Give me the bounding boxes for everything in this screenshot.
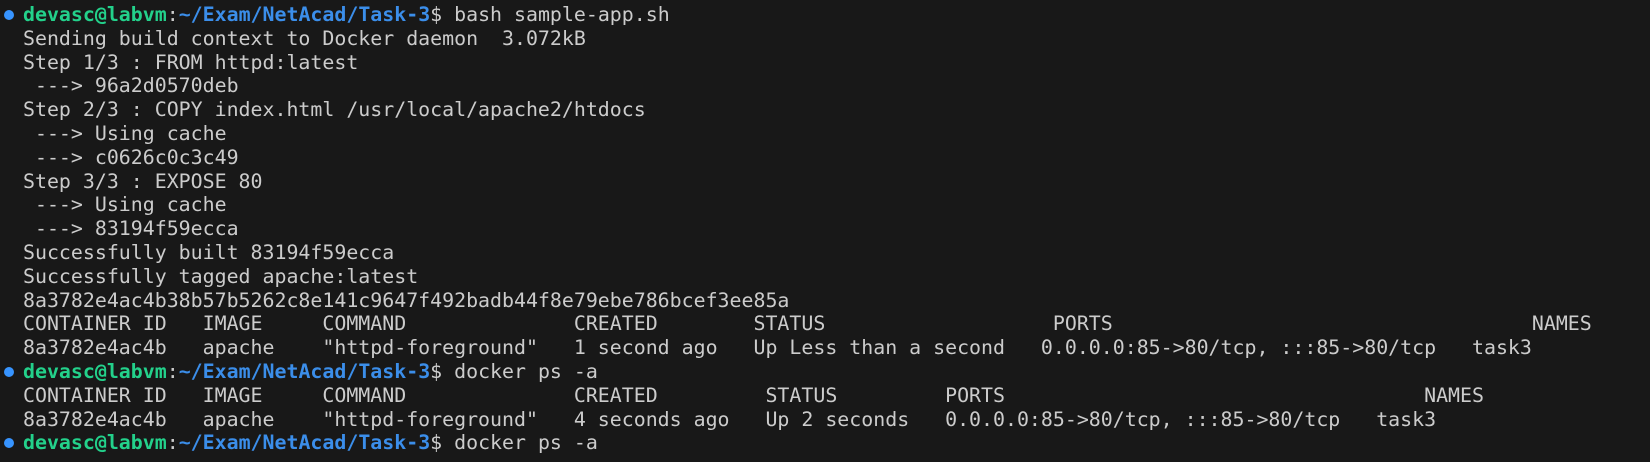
- output-line: CONTAINER ID IMAGE COMMAND CREATED STATU…: [23, 312, 1592, 336]
- output-line: 8a3782e4ac4b apache "httpd-foreground" 1…: [23, 336, 1532, 360]
- prompt-separator: :: [166, 431, 179, 455]
- output-line: Sending build context to Docker daemon 3…: [23, 26, 586, 50]
- output-line: CONTAINER ID IMAGE COMMAND CREATED STATU…: [23, 383, 1484, 407]
- command-text: docker ps -a: [442, 360, 598, 383]
- output-line: ---> 96a2d0570deb: [23, 74, 239, 98]
- prompt-dollar: $: [430, 360, 443, 383]
- prompt-user: devasc@labvm: [23, 431, 167, 455]
- prompt-separator: :: [166, 3, 179, 26]
- output-line: 8a3782e4ac4b apache "httpd-foreground" 4…: [23, 407, 1437, 431]
- command-decoration-icon[interactable]: [4, 367, 14, 377]
- output-line: Step 3/3 : EXPOSE 80: [23, 169, 263, 193]
- prompt-dollar: $: [430, 3, 443, 26]
- output-line: Successfully tagged apache:latest: [23, 264, 419, 288]
- prompt-dollar: $: [430, 431, 443, 455]
- command-text: docker ps -a: [442, 431, 598, 455]
- output-line: ---> c0626c0c3c49: [23, 145, 239, 169]
- command-decoration-icon[interactable]: [4, 10, 14, 20]
- prompt-user: devasc@labvm: [23, 3, 167, 26]
- prompt-path: ~/Exam/NetAcad/Task-3: [178, 431, 431, 455]
- prompt-line: devasc@labvm:~/Exam/NetAcad/Task-3$ dock…: [23, 359, 598, 384]
- terminal-output[interactable]: devasc@labvm:~/Exam/NetAcad/Task-3$ bash…: [0, 0, 1650, 462]
- output-line: Step 1/3 : FROM httpd:latest: [23, 50, 359, 74]
- output-line: Step 2/3 : COPY index.html /usr/local/ap…: [23, 98, 646, 122]
- prompt-line: devasc@labvm:~/Exam/NetAcad/Task-3$ dock…: [23, 430, 598, 455]
- output-line: ---> Using cache: [23, 122, 227, 145]
- prompt-path: ~/Exam/NetAcad/Task-3: [178, 3, 431, 26]
- command-decoration-icon[interactable]: [4, 438, 14, 449]
- prompt-path: ~/Exam/NetAcad/Task-3: [178, 360, 431, 383]
- output-line: 8a3782e4ac4b38b57b5262c8e141c9647f492bad…: [23, 288, 790, 312]
- output-line: ---> 83194f59ecca: [23, 217, 239, 241]
- output-line: Successfully built 83194f59ecca: [23, 241, 395, 264]
- prompt-user: devasc@labvm: [23, 360, 167, 383]
- command-text: bash sample-app.sh: [442, 3, 670, 26]
- prompt-line: devasc@labvm:~/Exam/NetAcad/Task-3$ bash…: [23, 2, 670, 27]
- prompt-separator: :: [166, 360, 179, 383]
- output-line: ---> Using cache: [23, 193, 227, 217]
